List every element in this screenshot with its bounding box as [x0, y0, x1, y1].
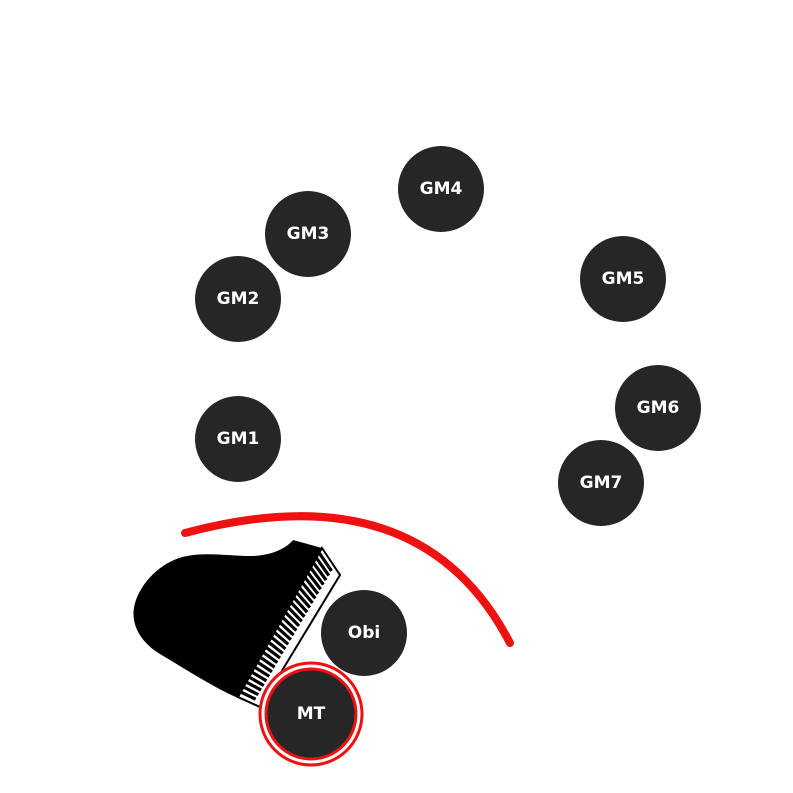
- node-label: GM1: [217, 429, 260, 449]
- node-gm6[interactable]: GM6: [615, 365, 701, 451]
- node-label: GM3: [287, 224, 330, 244]
- node-label: Obi: [348, 623, 380, 643]
- node-obi[interactable]: Obi: [321, 590, 407, 676]
- node-gm2[interactable]: GM2: [195, 256, 281, 342]
- node-label: GM4: [420, 179, 463, 199]
- node-label: GM6: [637, 398, 680, 418]
- node-label: GM5: [602, 269, 645, 289]
- node-label: GM2: [217, 289, 260, 309]
- node-gm7[interactable]: GM7: [558, 440, 644, 526]
- node-gm5[interactable]: GM5: [580, 236, 666, 322]
- stage-diagram: GM1 GM2 GM3 GM4 GM5 GM6 GM7 Obi MT: [133, 146, 701, 767]
- node-gm4[interactable]: GM4: [398, 146, 484, 232]
- node-gm3[interactable]: GM3: [265, 191, 351, 277]
- node-gm1[interactable]: GM1: [195, 396, 281, 482]
- node-label: MT: [297, 704, 326, 724]
- node-mt[interactable]: MT: [258, 661, 364, 767]
- node-label: GM7: [580, 473, 623, 493]
